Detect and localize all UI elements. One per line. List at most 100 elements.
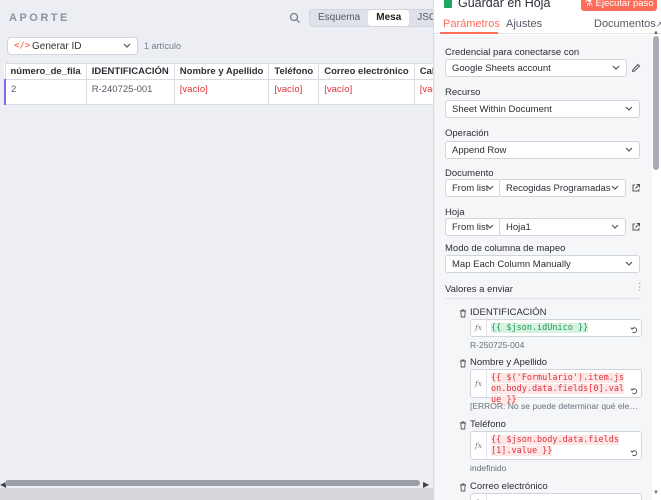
sheet-mode-value: From list (452, 222, 489, 233)
tab-table[interactable]: Mesa (368, 10, 410, 26)
source-node-label: Generar ID (32, 41, 82, 52)
parameter-tabs: Parámetros Ajustes Documentos↗ (434, 14, 661, 34)
item-count: 1 artículo (144, 41, 182, 51)
chevron-down-icon (123, 43, 131, 48)
expression-text: {{ $json.body.data.fields[1].value }} (491, 435, 619, 456)
undo-icon[interactable] (630, 387, 638, 395)
source-node-select[interactable]: </> Generar ID (7, 37, 138, 55)
document-value: Recogidas Programadas (506, 183, 611, 194)
expression-result: [ERROR: No se puede determinar qué eleme… (470, 401, 642, 411)
fx-icon: fx (471, 432, 487, 459)
chevron-down-icon (625, 261, 633, 266)
expression-text: {{ $json.idUnico }} (491, 323, 589, 333)
sheets-icon (444, 0, 452, 8)
trash-icon[interactable] (459, 421, 467, 430)
input-pane-title: APORTE (9, 12, 70, 24)
field-name: Teléfono (470, 419, 506, 430)
mapping-mode-value: Map Each Column Manually (452, 259, 571, 270)
external-link-icon: ↗ (656, 20, 661, 29)
document-select[interactable]: Recogidas Programadas (499, 179, 626, 197)
table-cell[interactable]: [vacío] (173, 79, 270, 105)
trash-icon[interactable] (459, 359, 467, 368)
vertical-scrollbar[interactable] (653, 36, 659, 170)
field-name: Nombre y Apellido (470, 357, 548, 368)
resource-value: Sheet Within Document (452, 104, 552, 115)
tab-parameters[interactable]: Parámetros (443, 18, 500, 30)
document-mode-value: From list (452, 183, 489, 194)
sheet-mode-select[interactable]: From list (445, 218, 501, 236)
flask-icon: ⚗ (584, 0, 593, 9)
mapping-mode-label: Modo de columna de mapeo (445, 243, 566, 254)
node-title[interactable]: Guardar en Hoja (458, 0, 550, 10)
table-cell[interactable]: 2 (3, 79, 87, 105)
document-mode-select[interactable]: From list (445, 179, 501, 197)
data-table: número_de_fila IDENTIFICACIÓN Nombre y A… (3, 63, 433, 105)
operation-value: Append Row (452, 145, 507, 156)
expression-code: {{ $json.idUnico }} (491, 323, 629, 334)
credential-value: Google Sheets account (452, 63, 551, 74)
sheet-select[interactable]: Hoja1 (499, 218, 626, 236)
node-header: Guardar en Hoja ⚗ Ejecutar paso (434, 0, 661, 11)
fx-icon: fx (471, 494, 487, 500)
node-parameters-pane: Guardar en Hoja ⚗ Ejecutar paso Parámetr… (433, 0, 661, 500)
external-link-icon[interactable] (631, 222, 641, 232)
chevron-down-icon (625, 147, 633, 152)
sheet-value: Hoja1 (506, 222, 531, 233)
table-cell[interactable]: [vacío] (413, 79, 433, 105)
column-header[interactable]: IDENTIFICACIÓN (85, 63, 175, 80)
tab-settings[interactable]: Ajustes (506, 18, 542, 30)
chevron-down-icon (486, 185, 494, 190)
search-icon[interactable] (289, 12, 301, 24)
operation-label: Operación (445, 128, 489, 139)
more-options-icon[interactable]: ⋮ (635, 282, 645, 293)
pencil-icon[interactable] (631, 63, 641, 73)
field-name: Correo electrónico (470, 481, 548, 492)
trash-icon[interactable] (459, 483, 467, 492)
table-row: 2 R-240725-001 [vacío] [vacío] [vacío] [… (3, 79, 433, 105)
code-icon: </> (14, 41, 31, 51)
expression-code: {{ $json.body.data.fields[1].value }} (491, 435, 629, 457)
input-data-pane: APORTE Esquema Mesa JSON </> Generar ID … (0, 0, 433, 500)
credential-select[interactable]: Google Sheets account (445, 59, 627, 77)
column-header[interactable]: Nombre y Apellido (173, 63, 270, 80)
column-header[interactable]: número_de_fila (4, 63, 87, 80)
chevron-down-icon (611, 224, 619, 229)
table-cell[interactable]: [vacío] (318, 79, 415, 105)
execute-step-button[interactable]: ⚗ Ejecutar paso (581, 0, 657, 11)
execute-step-label: Ejecutar paso (595, 0, 654, 9)
table-cell[interactable]: R-240725-001 (85, 79, 175, 105)
expression-editor[interactable]: fx {{ $('Formulario').item.json.body.dat… (470, 369, 642, 405)
divider (445, 298, 641, 299)
scroll-down-icon[interactable]: ▼ (653, 490, 659, 496)
active-tab-indicator (440, 32, 498, 34)
table-cell[interactable]: [vacío] (268, 79, 320, 105)
resource-select[interactable]: Sheet Within Document (445, 100, 640, 118)
fx-icon: fx (471, 370, 487, 397)
parameters-form: Credencial para conectarse con Google Sh… (434, 35, 652, 500)
docs-label: Documentos (594, 18, 656, 30)
credential-label: Credencial para conectarse con (445, 47, 580, 58)
table-header-row: número_de_fila IDENTIFICACIÓN Nombre y A… (4, 63, 433, 80)
resource-label: Recurso (445, 87, 481, 98)
expression-editor[interactable]: fx {{ $json.body.data.fields[1].value }} (470, 431, 642, 460)
column-header[interactable]: Calle (413, 63, 433, 80)
column-header[interactable]: Correo electrónico (318, 63, 415, 80)
mapping-mode-select[interactable]: Map Each Column Manually (445, 255, 640, 273)
expression-editor[interactable]: fx (470, 493, 642, 500)
undo-icon[interactable] (630, 326, 638, 334)
sheet-label: Hoja (445, 207, 465, 218)
document-label: Documento (445, 168, 494, 179)
view-mode-toggle: Esquema Mesa JSON (309, 9, 433, 27)
tab-docs[interactable]: Documentos↗ (594, 18, 661, 30)
horizontal-scrollbar[interactable] (5, 480, 420, 486)
trash-icon[interactable] (459, 309, 467, 318)
external-link-icon[interactable] (631, 183, 641, 193)
chevron-down-icon (611, 185, 619, 190)
operation-select[interactable]: Append Row (445, 141, 640, 159)
expression-editor[interactable]: fx {{ $json.idUnico }} (470, 319, 642, 337)
tab-json[interactable]: JSON (409, 10, 433, 26)
tab-schema[interactable]: Esquema (310, 10, 368, 26)
undo-icon[interactable] (630, 449, 638, 457)
column-header[interactable]: Teléfono (268, 63, 320, 80)
input-pane-header: APORTE Esquema Mesa JSON (0, 0, 433, 36)
